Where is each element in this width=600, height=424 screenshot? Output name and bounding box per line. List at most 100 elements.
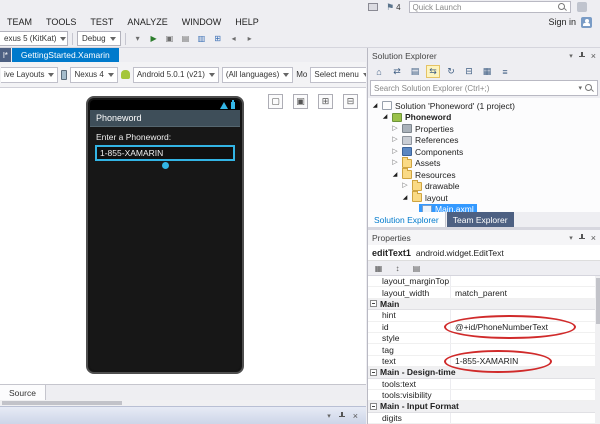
property-pages-icon[interactable]: ▤ (410, 262, 423, 274)
options-dropdown-icon[interactable]: ▾ (131, 32, 145, 46)
menu-item-analyze[interactable]: ANALYZE (120, 14, 174, 30)
tree-item-main-axml[interactable]: Main.axml (368, 204, 600, 213)
text-cursor-handle[interactable] (162, 162, 169, 169)
chevron-down-icon[interactable]: ▾ (569, 234, 573, 242)
expanded-arrow-icon[interactable]: ◢ (381, 113, 389, 121)
property-value[interactable]: match_parent (450, 287, 600, 297)
tree-item-references[interactable]: ▷References (368, 135, 600, 147)
collapse-category-icon[interactable] (370, 369, 377, 376)
tree-item-properties[interactable]: ▷Properties (368, 123, 600, 135)
tab-source[interactable]: Source (0, 385, 46, 400)
pending-changes-icon[interactable]: ▤ (408, 65, 422, 78)
device-portrait-icon[interactable] (61, 70, 67, 80)
expanded-arrow-icon[interactable]: ◢ (371, 102, 379, 110)
tree-item-drawable[interactable]: ▷drawable (368, 181, 600, 193)
properties-icon[interactable]: ≡ (498, 65, 512, 78)
tree-item-solution-phoneword-1-project[interactable]: ◢Solution 'Phoneword' (1 project) (368, 100, 600, 112)
category-row-main-input-format[interactable]: Main - Input Format (368, 401, 600, 412)
properties-header[interactable]: Properties ▾ × (368, 230, 600, 245)
property-value[interactable] (450, 310, 600, 320)
bottom-panel-bar[interactable]: ▾ × (0, 406, 366, 424)
user-icon[interactable] (581, 17, 592, 28)
property-value[interactable]: @+id/PhoneNumberText (450, 322, 600, 332)
sync-active-document-icon[interactable]: ⇆ (426, 65, 440, 78)
menu-item-tools[interactable]: TOOLS (39, 14, 83, 30)
solution-search-box[interactable]: Search Solution Explorer (Ctrl+;) ▾ (370, 80, 598, 96)
menu-item-window[interactable]: WINDOW (175, 14, 229, 30)
language-combo[interactable]: (All languages) (222, 67, 293, 83)
tree-item-resources[interactable]: ◢Resources (368, 169, 600, 181)
start-icon[interactable]: ▶ (147, 32, 161, 46)
notification-count[interactable]: 4 (396, 3, 400, 12)
designer-canvas[interactable]: ▢ ▣ ⊞ ⊟ Phoneword Enter a Phoneword: 1-855-… (0, 88, 366, 384)
pin-icon[interactable] (578, 51, 586, 60)
collapse-category-icon[interactable] (370, 403, 377, 410)
navigate-back-icon[interactable]: ◂ (227, 32, 241, 46)
category-row-main-design-time[interactable]: Main - Design-time (368, 367, 600, 378)
pin-icon[interactable] (338, 411, 346, 420)
notifications-flag-icon[interactable]: ⚑ (386, 2, 394, 12)
property-value[interactable] (450, 390, 600, 400)
chevron-down-icon[interactable]: ▾ (569, 52, 573, 60)
alphabetical-icon[interactable]: ↕ (391, 262, 404, 274)
android-device-preview[interactable]: Phoneword Enter a Phoneword: 1-855-XAMAR… (86, 96, 244, 374)
document-tab-partial[interactable]: l* (0, 48, 11, 62)
expanded-arrow-icon[interactable]: ◢ (401, 194, 409, 202)
alternative-layouts-combo[interactable]: ive Layouts (1, 67, 58, 83)
new-file-icon[interactable]: ▣ (163, 32, 177, 46)
tab-team-explorer[interactable]: Team Explorer (447, 212, 514, 227)
vertical-scrollbar[interactable] (595, 276, 600, 424)
android-version-combo[interactable]: Android 5.0.1 (v21) (133, 67, 219, 83)
property-value[interactable] (450, 333, 600, 343)
menu-item-test[interactable]: TEST (83, 14, 120, 30)
pin-icon[interactable] (578, 233, 586, 242)
zoom-in-button[interactable]: ⊞ (318, 94, 333, 109)
zoom-fit-button[interactable]: ▢ (268, 94, 283, 109)
home-icon[interactable]: ⌂ (372, 65, 386, 78)
collapsed-arrow-icon[interactable]: ▷ (391, 136, 399, 144)
navigate-forward-icon[interactable]: ▸ (243, 32, 257, 46)
feedback-icon[interactable] (577, 2, 587, 12)
property-value[interactable] (450, 379, 600, 389)
collapsed-arrow-icon[interactable]: ▷ (391, 148, 399, 156)
select-menu-combo[interactable]: Select menu (310, 67, 366, 83)
scrollbar-thumb[interactable] (596, 278, 600, 324)
phone-screen[interactable]: Enter a Phoneword: 1-855-XAMARIN (90, 127, 240, 370)
phone-number-edittext[interactable]: 1-855-XAMARIN (95, 145, 235, 161)
close-icon[interactable]: × (591, 51, 596, 61)
configuration-combo[interactable]: Debug (77, 31, 121, 46)
device-selector-combo[interactable]: Nexus 4 (70, 67, 117, 83)
sign-in-link[interactable]: Sign in (548, 17, 576, 27)
zoom-out-button[interactable]: ⊟ (343, 94, 358, 109)
property-value[interactable] (450, 344, 600, 354)
close-icon[interactable]: × (591, 233, 596, 243)
tree-item-phoneword[interactable]: ◢Phoneword (368, 112, 600, 124)
expanded-arrow-icon[interactable]: ◢ (391, 171, 399, 179)
device-combo[interactable]: exus 5 (KitKat) (0, 31, 68, 46)
show-all-files-icon[interactable]: ▦ (480, 65, 494, 78)
open-file-icon[interactable]: ▤ (179, 32, 193, 46)
chevron-down-icon[interactable]: ▾ (578, 84, 582, 92)
solution-explorer-header[interactable]: Solution Explorer ▾ × (368, 48, 600, 63)
collapse-category-icon[interactable] (370, 300, 377, 307)
categorized-icon[interactable]: ▦ (372, 262, 385, 274)
category-row-main[interactable]: Main (368, 299, 600, 310)
menu-item-help[interactable]: HELP (228, 14, 266, 30)
collapsed-arrow-icon[interactable]: ▷ (391, 125, 399, 133)
scrollbar-thumb[interactable] (2, 401, 122, 405)
property-value[interactable]: 1-855-XAMARIN (450, 356, 600, 366)
tree-item-layout[interactable]: ◢layout (368, 192, 600, 204)
save-all-icon[interactable]: ⊞ (211, 32, 225, 46)
collapsed-arrow-icon[interactable]: ▷ (401, 182, 409, 190)
zoom-actual-button[interactable]: ▣ (293, 94, 308, 109)
phoneword-label[interactable]: Enter a Phoneword: (96, 132, 234, 142)
collapsed-arrow-icon[interactable]: ▷ (391, 159, 399, 167)
switch-views-icon[interactable]: ⇄ (390, 65, 404, 78)
horizontal-scrollbar[interactable] (0, 400, 366, 406)
property-value[interactable] (450, 413, 600, 423)
close-icon[interactable]: × (353, 411, 358, 421)
menu-item-team[interactable]: TEAM (0, 14, 39, 30)
document-tab-active[interactable]: GettingStarted.Xamarin (12, 48, 119, 62)
collapse-all-icon[interactable]: ⊟ (462, 65, 476, 78)
quick-launch-box[interactable]: Quick Launch (409, 1, 571, 13)
